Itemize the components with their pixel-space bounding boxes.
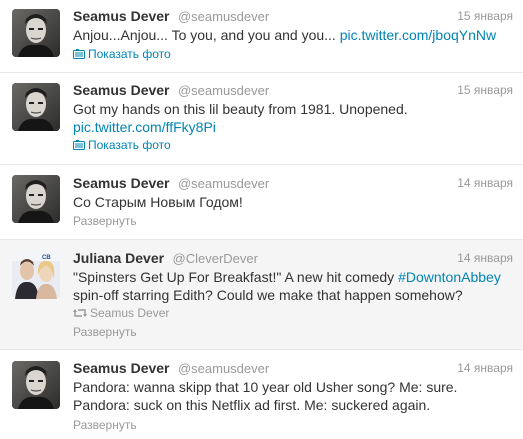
- tweet-text-continued: Pandora: suck on this Netflix ad first. …: [73, 397, 431, 413]
- tweet-feed: Seamus Dever @seamusdever 15 января Anjo…: [0, 0, 523, 439]
- avatar[interactable]: [12, 175, 60, 223]
- tweet-item[interactable]: Seamus Dever @seamusdever 14 января Со С…: [0, 165, 523, 240]
- avatar[interactable]: [12, 361, 60, 409]
- tweet-header: Seamus Dever @seamusdever 14 января: [73, 360, 513, 378]
- tweet-item[interactable]: CB Juliana Dever @CleverDever 14 января …: [0, 240, 523, 350]
- show-photo-button[interactable]: Показать фото: [73, 138, 171, 153]
- expand-button[interactable]: Развернуть: [73, 418, 137, 432]
- author-handle[interactable]: @seamusdever: [178, 83, 269, 98]
- author-name[interactable]: Seamus Dever: [73, 175, 170, 191]
- tweet-text-content: Anjou...Anjou... To you, and you and you…: [73, 27, 340, 43]
- author-handle[interactable]: @seamusdever: [178, 9, 269, 24]
- tweet-date[interactable]: 15 января: [457, 83, 513, 97]
- tweet-header: Juliana Dever @CleverDever 14 января: [73, 250, 513, 268]
- tweet-text-continued: spin-off starring Edith? Could we make t…: [73, 287, 463, 303]
- tweet-item[interactable]: Seamus Dever @seamusdever 15 января Got …: [0, 73, 523, 165]
- avatar-image: [12, 361, 60, 409]
- avatar-image: CB: [12, 251, 60, 299]
- avatar-image: [12, 175, 60, 223]
- tweet-date[interactable]: 14 января: [457, 251, 513, 265]
- tweet-header: Seamus Dever @seamusdever 15 января: [73, 82, 513, 100]
- expand-label: Развернуть: [73, 418, 137, 432]
- avatar-image: [12, 83, 60, 131]
- expand-button[interactable]: Развернуть: [73, 214, 137, 228]
- show-photo-label: Показать фото: [88, 138, 171, 152]
- tweet-text-content: "Spinsters Get Up For Breakfast!" A new …: [73, 269, 399, 285]
- author-name[interactable]: Seamus Dever: [73, 8, 170, 24]
- author-handle[interactable]: @seamusdever: [178, 361, 269, 376]
- author-name[interactable]: Seamus Dever: [73, 360, 170, 376]
- tweet-text: Got my hands on this lil beauty from 198…: [73, 100, 513, 136]
- tweet-date[interactable]: 14 января: [457, 361, 513, 375]
- author-handle[interactable]: @seamusdever: [178, 176, 269, 191]
- show-photo-button[interactable]: Показать фото: [73, 47, 171, 62]
- author-name[interactable]: Juliana Dever: [73, 250, 164, 266]
- tweet-header: Seamus Dever @seamusdever 15 января: [73, 8, 513, 26]
- author-handle[interactable]: @CleverDever: [173, 251, 258, 266]
- expand-label: Развернуть: [73, 214, 137, 228]
- svg-text:CB: CB: [42, 255, 51, 261]
- tweet-header: Seamus Dever @seamusdever 14 января: [73, 175, 513, 193]
- tweet-item[interactable]: Seamus Dever @seamusdever 15 января Anjo…: [0, 0, 523, 73]
- tweet-link[interactable]: pic.twitter.com/jboqYnNw: [340, 27, 496, 43]
- tweet-link[interactable]: pic.twitter.com/ffFky8Pi: [73, 118, 513, 136]
- avatar[interactable]: [12, 83, 60, 131]
- tweet-item[interactable]: Seamus Dever @seamusdever 14 января Pand…: [0, 350, 523, 439]
- avatar[interactable]: [12, 9, 60, 57]
- retweeted-by[interactable]: Seamus Dever: [73, 306, 169, 321]
- author-name[interactable]: Seamus Dever: [73, 82, 170, 98]
- photo-icon: [73, 48, 85, 62]
- tweet-text-content: Got my hands on this lil beauty from 198…: [73, 101, 408, 117]
- avatar-image: [12, 9, 60, 57]
- expand-label: Развернуть: [73, 325, 137, 339]
- tweet-text: "Spinsters Get Up For Breakfast!" A new …: [73, 268, 513, 304]
- tweet-text: Pandora: wanna skipp that 10 year old Us…: [73, 378, 513, 414]
- tweet-text: Со Старым Новым Годом!: [73, 193, 513, 211]
- retweet-icon: [73, 307, 87, 321]
- expand-button[interactable]: Развернуть: [73, 325, 137, 339]
- tweet-date[interactable]: 14 января: [457, 176, 513, 190]
- photo-icon: [73, 139, 85, 153]
- tweet-text-content: Со Старым Новым Годом!: [73, 194, 243, 210]
- show-photo-label: Показать фото: [88, 47, 171, 61]
- tweet-text: Anjou...Anjou... To you, and you and you…: [73, 26, 513, 44]
- tweet-date[interactable]: 15 января: [457, 9, 513, 23]
- avatar[interactable]: CB: [12, 251, 60, 299]
- retweeted-by-name: Seamus Dever: [90, 306, 170, 320]
- hashtag-link[interactable]: #DowntonAbbey: [398, 269, 501, 285]
- tweet-text-content: Pandora: wanna skipp that 10 year old Us…: [73, 379, 458, 395]
